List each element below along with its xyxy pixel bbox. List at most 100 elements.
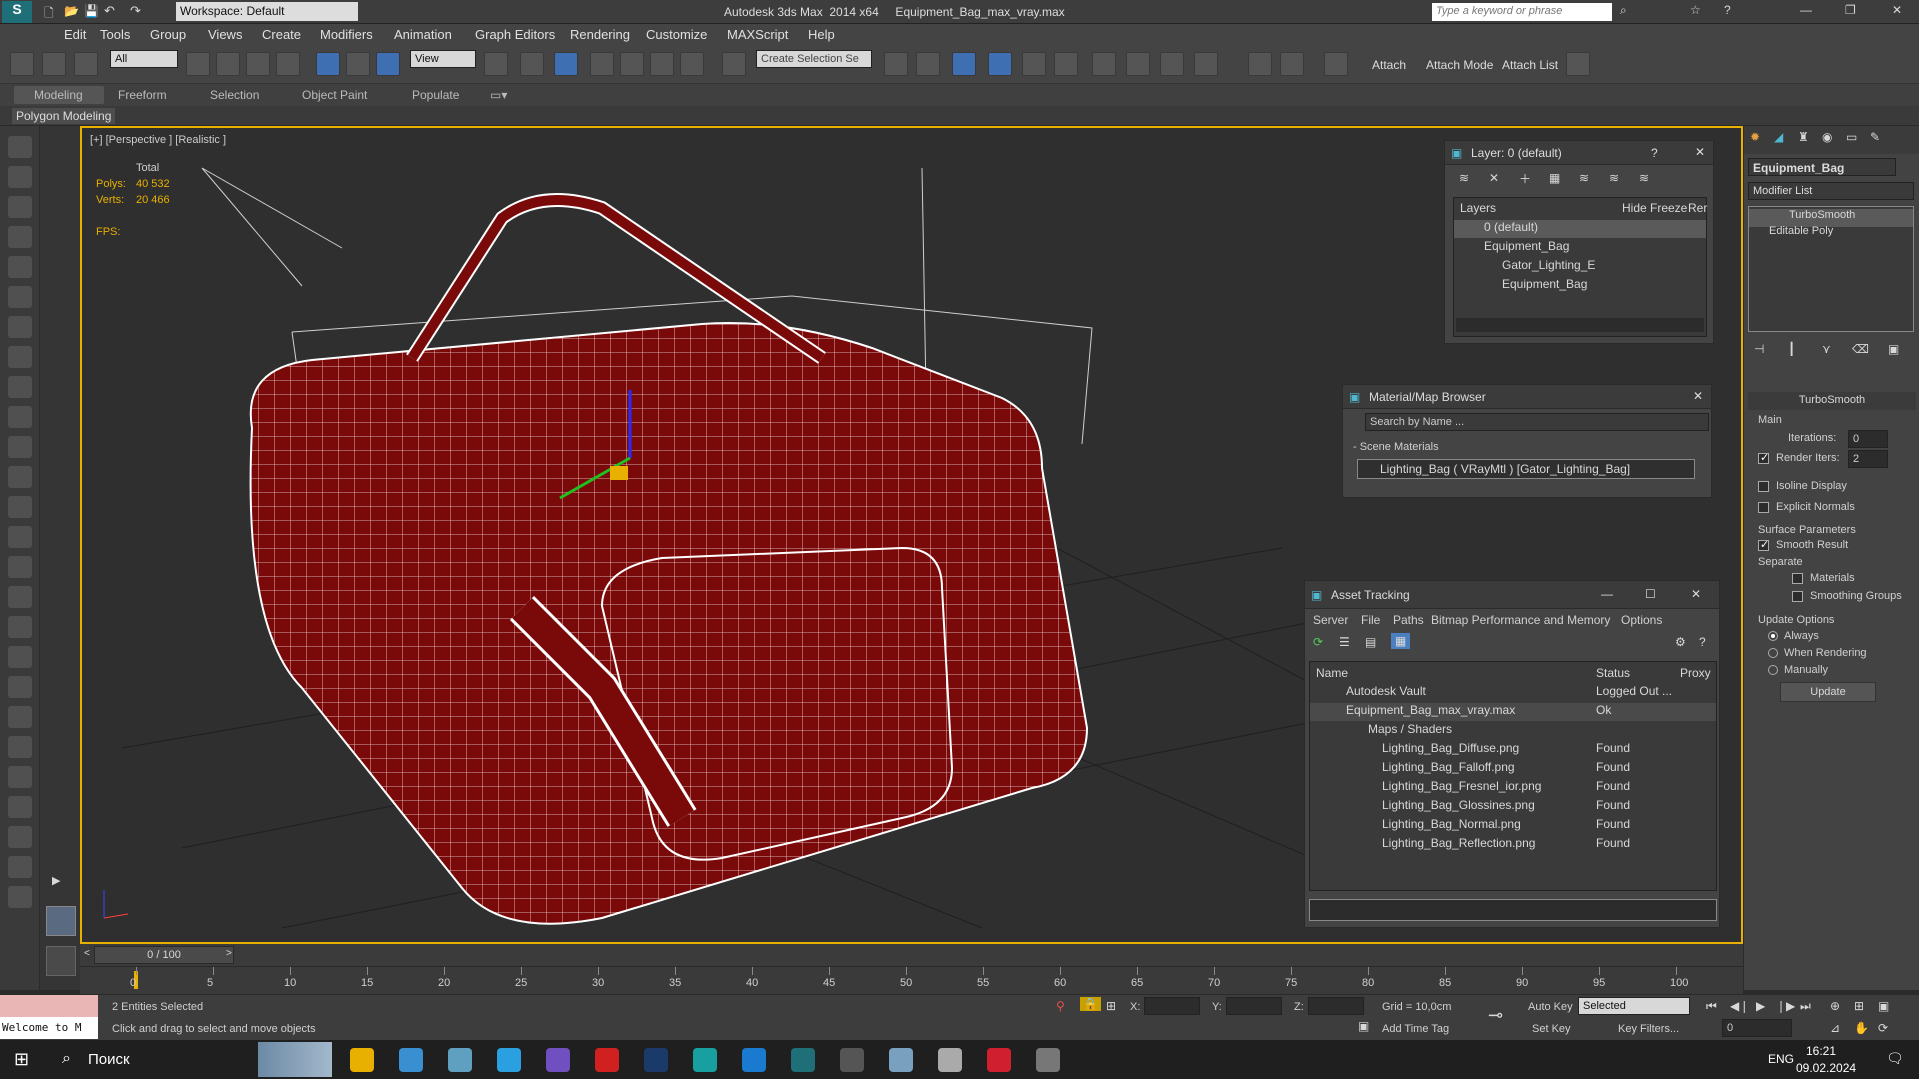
asset-maximize-icon[interactable]: ☐ <box>1645 587 1656 601</box>
time-tag-icon[interactable]: ▣ <box>1358 1019 1369 1033</box>
auto-key-button[interactable]: Auto Key <box>1528 1001 1573 1013</box>
modify-tab-icon[interactable]: ◢ <box>1774 130 1783 144</box>
selection-region-icon[interactable] <box>246 52 270 76</box>
x-coord-input[interactable] <box>1144 997 1200 1015</box>
key-icon[interactable]: ⊸ <box>1488 1005 1503 1026</box>
always-radio[interactable] <box>1768 631 1778 641</box>
go-start-icon[interactable]: ⏮ <box>1706 999 1717 1014</box>
undo-view-icon[interactable] <box>8 136 32 158</box>
minimize-icon[interactable]: — <box>1800 3 1812 17</box>
absolute-mode-icon[interactable]: ⊞ <box>1106 999 1116 1013</box>
rotate-tool-icon[interactable] <box>8 316 32 338</box>
next-key-icon[interactable]: ❘▶ <box>1776 999 1795 1013</box>
smooth-result-checkbox[interactable] <box>1758 538 1769 551</box>
layout-quad-icon[interactable] <box>46 946 76 976</box>
percent-snap-icon[interactable] <box>650 52 674 76</box>
sun-light-icon[interactable] <box>8 526 32 548</box>
spinner-snap-icon[interactable] <box>680 52 704 76</box>
add-to-layer-icon[interactable]: ＋ <box>1519 170 1531 187</box>
telegram-icon[interactable] <box>497 1048 521 1072</box>
plant-icon[interactable] <box>8 706 32 728</box>
go-end-icon[interactable]: ⏭ <box>1800 999 1811 1014</box>
ribbon-options-icon[interactable]: ▭▾ <box>490 88 507 102</box>
opera-icon[interactable] <box>595 1048 619 1072</box>
layer-row[interactable]: 0 (default) <box>1454 220 1706 238</box>
next-frame-icon[interactable]: > <box>226 948 232 959</box>
when-rendering-radio[interactable] <box>1768 648 1778 658</box>
menu-edit[interactable]: Edit <box>64 27 86 42</box>
maximize-icon[interactable]: ❐ <box>1845 3 1856 17</box>
asset-row[interactable]: Lighting_Bag_Diffuse.png <box>1310 741 1716 759</box>
save-icon[interactable]: 💾 <box>84 4 99 18</box>
layer-manager-icon[interactable] <box>952 52 976 76</box>
iterations-input[interactable]: 0 <box>1848 430 1888 448</box>
language-indicator[interactable]: ENG <box>1768 1052 1794 1066</box>
select-manipulate-icon[interactable] <box>520 52 544 76</box>
maxscript-input[interactable]: Welcome to M <box>0 1017 98 1039</box>
utilities-tab-icon[interactable]: ✎ <box>1870 130 1880 144</box>
open-file-icon[interactable]: 📂 <box>64 4 79 18</box>
select-in-layer-icon[interactable]: ▦ <box>1549 171 1560 185</box>
sphere-gizmo-icon[interactable] <box>8 796 32 818</box>
edit-named-selection-icon[interactable] <box>722 52 746 76</box>
key-mode-dropdown[interactable]: Selected <box>1578 997 1690 1015</box>
workspace-dropdown[interactable]: Workspace: Default <box>176 2 358 21</box>
track-bar[interactable]: 0 5 10 15 20 25 30 35 40 45 50 55 60 65 70 75 80 85 90 95 10… <box>80 966 1743 994</box>
asset-menu-server[interactable]: Server <box>1313 613 1348 627</box>
asset-menu-bitmap-performance-and-memory[interactable]: Bitmap Performance and Memory <box>1431 613 1610 627</box>
notification-icon[interactable]: 🗨 <box>1886 1050 1904 1067</box>
tab-selection[interactable]: Selection <box>210 88 259 102</box>
hierarchy-tab-icon[interactable]: ♜ <box>1798 130 1809 144</box>
pan-icon[interactable]: ✋ <box>1854 1021 1869 1035</box>
field-of-view-icon[interactable]: ⊿ <box>1830 1021 1840 1035</box>
turbosmooth-rollout[interactable]: TurboSmooth <box>1748 392 1916 410</box>
time-slider[interactable]: 0 / 100 <box>94 946 234 964</box>
menu-graph-editors[interactable]: Graph Editors <box>475 27 555 42</box>
list-view-icon[interactable]: ☰ <box>1339 635 1350 649</box>
tab-modeling[interactable]: Modeling <box>34 88 83 102</box>
add-time-tag[interactable]: Add Time Tag <box>1382 1023 1449 1035</box>
menu-rendering[interactable]: Rendering <box>570 27 630 42</box>
teapot-icon[interactable] <box>8 466 32 488</box>
bind-icon[interactable] <box>8 826 32 848</box>
asset-row[interactable]: Lighting_Bag_Normal.png <box>1310 817 1716 835</box>
render-iters-checkbox[interactable] <box>1758 451 1769 464</box>
mirror-icon[interactable] <box>884 52 908 76</box>
link-icon[interactable] <box>10 52 34 76</box>
settings-icon[interactable] <box>1036 1048 1060 1072</box>
3dsmax-icon[interactable] <box>791 1048 815 1072</box>
asset-menu-options[interactable]: Options <box>1621 613 1662 627</box>
create-tab-icon[interactable]: ✹ <box>1750 130 1760 144</box>
material-search-input[interactable]: Search by Name ... <box>1365 413 1709 431</box>
tab-object-paint[interactable]: Object Paint <box>302 88 367 102</box>
app-icon[interactable] <box>889 1048 913 1072</box>
expand-arrow-icon[interactable]: ▶ <box>52 874 60 887</box>
scene-explorer-icon[interactable] <box>8 226 32 248</box>
pivot-center-icon[interactable] <box>484 52 508 76</box>
3dsmax-green-icon[interactable] <box>693 1048 717 1072</box>
graphite-toggle-icon[interactable] <box>988 52 1012 76</box>
menu-views[interactable]: Views <box>208 27 242 42</box>
snap-toggle-icon[interactable] <box>590 52 614 76</box>
app64-icon[interactable] <box>987 1048 1011 1072</box>
attach-mode-button[interactable]: Attach Mode <box>1426 58 1493 72</box>
align-icon[interactable] <box>916 52 940 76</box>
move-tool-icon[interactable] <box>8 286 32 308</box>
render-setup-icon[interactable] <box>1126 52 1150 76</box>
weather-widget[interactable] <box>258 1042 332 1077</box>
make-unique-icon[interactable]: ⋎ <box>1822 342 1831 356</box>
hair-icon[interactable] <box>8 736 32 758</box>
configure-sets-icon[interactable]: ▣ <box>1888 342 1899 356</box>
undo-icon[interactable]: ↶ <box>104 3 115 19</box>
orbit-icon[interactable]: ⟳ <box>1878 1021 1888 1035</box>
maxscript-listener[interactable] <box>0 995 98 1017</box>
scene-materials-header[interactable]: - Scene Materials <box>1353 441 1439 453</box>
object-name-field[interactable]: Equipment_Bag <box>1748 158 1896 176</box>
angle-snap-icon[interactable] <box>620 52 644 76</box>
render-tool-icon[interactable] <box>8 346 32 368</box>
checker-icon[interactable] <box>1324 52 1348 76</box>
render-icon[interactable] <box>1194 52 1218 76</box>
layer-row[interactable]: Equipment_Bag <box>1454 239 1706 257</box>
edge-icon[interactable] <box>742 1048 766 1072</box>
clock-time[interactable]: 16:21 <box>1806 1044 1836 1058</box>
